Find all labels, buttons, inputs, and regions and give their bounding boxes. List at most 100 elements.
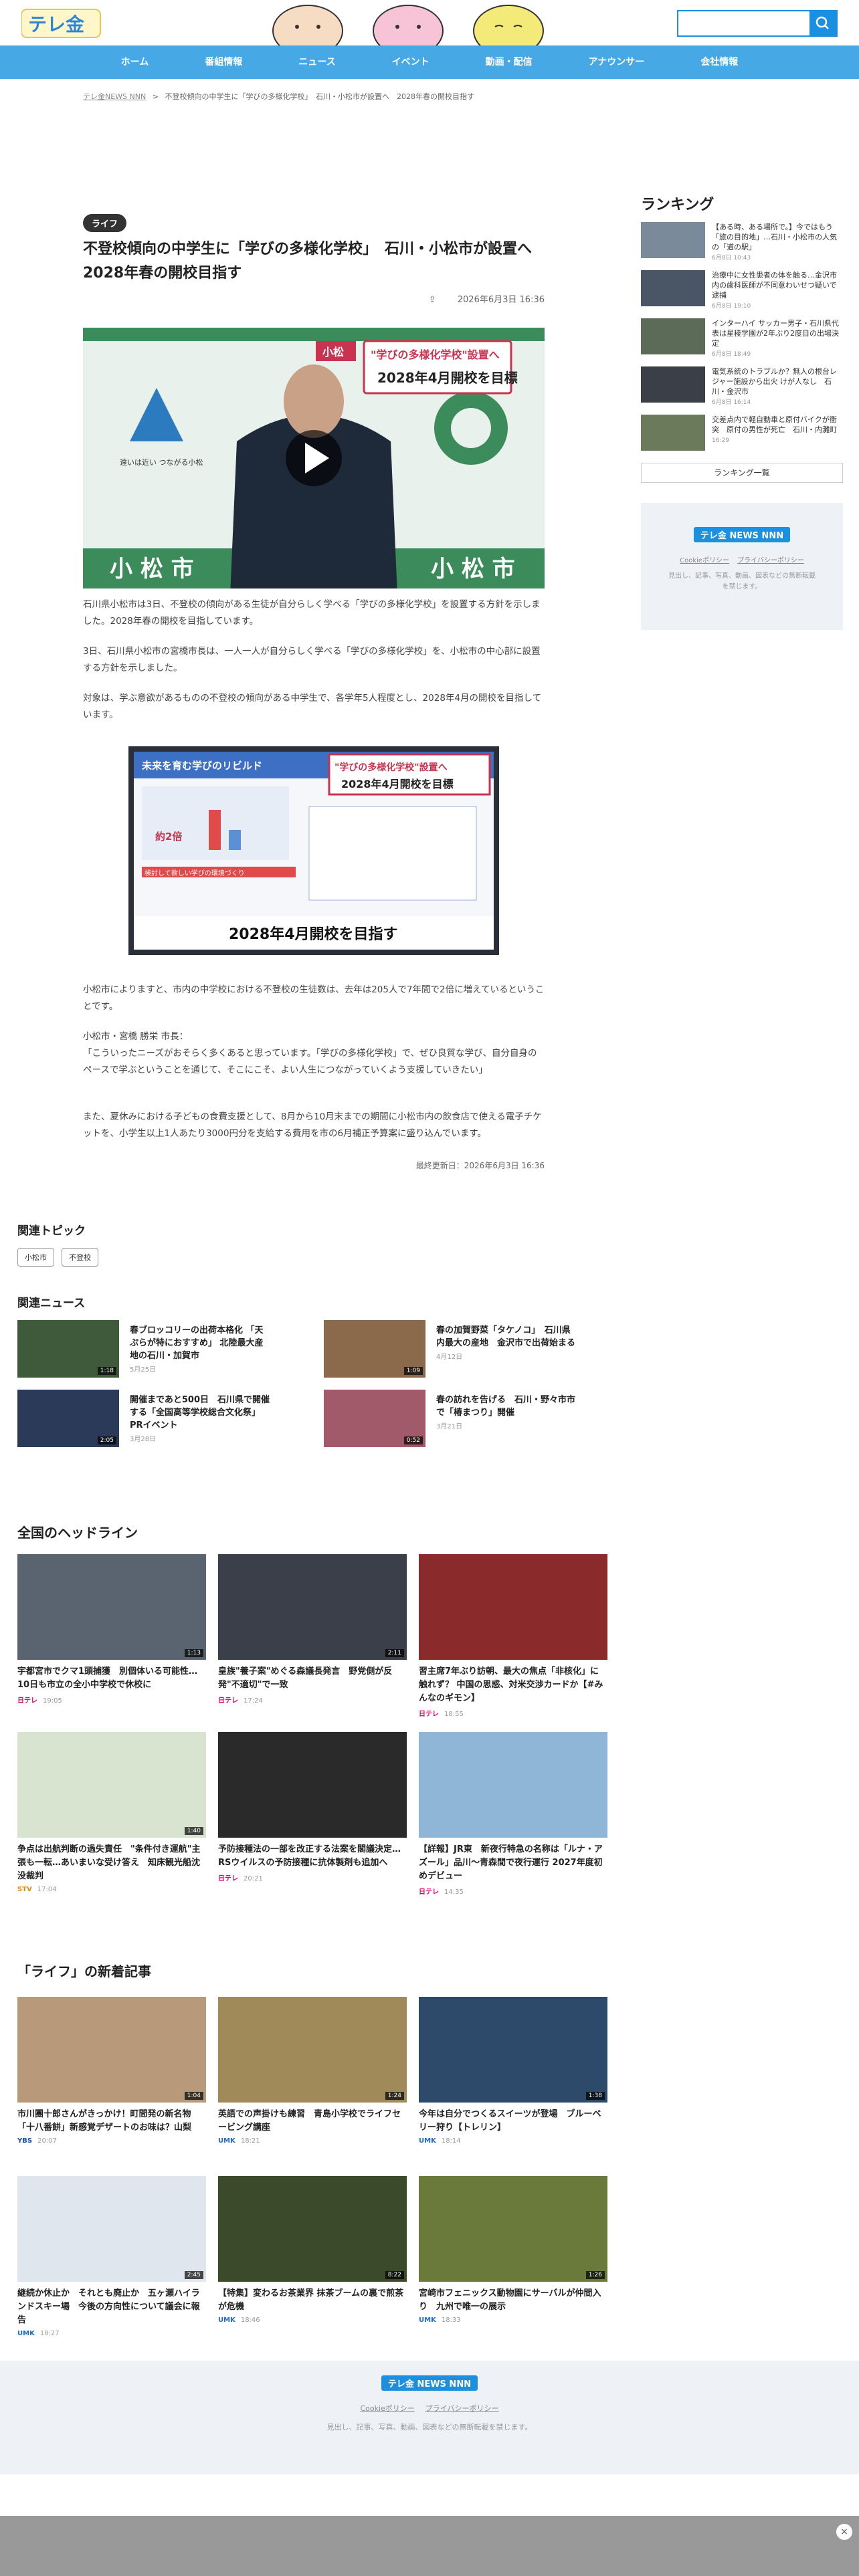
life-item[interactable]: 1:04 市川團十郎さんがきっかけ！町間発の新名物「十八番餅」新感覚デザートのお…: [17, 1997, 206, 2145]
source-label: 日テレ: [17, 1697, 37, 1705]
close-icon[interactable]: ×: [836, 2524, 852, 2540]
life-thumbnail: 1:38: [419, 1997, 607, 2103]
svg-text:未来を育む学びのリビルド: 未来を育む学びのリビルド: [141, 760, 262, 772]
topic-tag[interactable]: 不登校: [62, 1248, 99, 1267]
related-news-item[interactable]: 2:05 開催まであと500日 石川県で開催する「全国高等学校総合文化祭」PRイ…: [17, 1390, 272, 1450]
svg-text:小 松 市: 小 松 市: [110, 556, 194, 582]
copyright-note: 見出し、記事、写真、動画、図表などの無断転載を禁じます。: [668, 572, 816, 591]
life-time: 18:33: [441, 2317, 461, 2324]
svg-text:約2倍: 約2倍: [155, 831, 182, 843]
last-updated: 最終更新日：2026年6月3日 16:36: [415, 1161, 545, 1170]
site-logo[interactable]: テレ金: [21, 5, 102, 40]
source-label: 日テレ: [218, 1875, 238, 1883]
ranking-more-button[interactable]: ランキング一覧: [641, 463, 843, 483]
sidebar-footer-box: テレ金 NEWS NNN Cookieポリシー プライバシーポリシー 見出し、記事…: [641, 503, 843, 630]
svg-text:検討して欲しい学びの環境づくり: 検討して欲しい学びの環境づくり: [145, 869, 245, 877]
life-section-title: 「ライフ」の新着記事: [17, 1963, 151, 1979]
ranking-sidebar: ランキング 【ある時、ある場所で。】今ではもう「旅の目的地」…石川・小松市の人気…: [641, 193, 843, 630]
breadcrumb-home[interactable]: テレ金NEWS NNN: [83, 92, 146, 101]
ranking-date: 6月8日 16:14: [712, 399, 751, 406]
topic-tag[interactable]: 小松市: [17, 1248, 54, 1267]
source-label: YBS: [17, 2137, 33, 2145]
site-header: テレ金: [0, 0, 859, 57]
source-label: UMK: [218, 2317, 235, 2324]
nav-news[interactable]: ニュース: [298, 45, 335, 79]
video-duration: 1:24: [385, 2092, 404, 2100]
ranking-item[interactable]: インターハイ サッカー男子・石川県代表は星稜学園が2年ぶり2度目の出場決定 6月8…: [641, 318, 843, 358]
article-paragraph-5b: 「こういったニーズがおそらく多くあると思っています。「学びの多様化学校」で、ぜひ…: [83, 1048, 537, 1075]
related-news-item[interactable]: 1:18 春ブロッコリーの出荷本格化 「天ぷらが特におすすめ」 北陸最大産地の石…: [17, 1320, 272, 1380]
video-duration: 1:38: [585, 2092, 605, 2100]
cookie-policy-link[interactable]: Cookieポリシー: [680, 557, 729, 564]
breadcrumb: テレ金NEWS NNN > 不登校傾向の中学生に「学びの多様化学校」 石川・小松…: [83, 91, 474, 102]
life-item[interactable]: 1:24 英語での声掛けも練習 青島小学校でライフセービング講座 UMK 18:2…: [218, 1997, 407, 2145]
headline-item[interactable]: 2:11 皇族"養子案"めぐる森議長発言 野党側が反発"不適切"で一致 日テレ 1…: [218, 1554, 407, 1705]
headline-text: 習主席7年ぶり訪朝、最大の焦点「非核化」に触れず？ 中国の思惑、対米交渉カードか…: [419, 1667, 603, 1703]
ranking-text: インターハイ サッカー男子・石川県代表は星稜学園が2年ぶり2度目の出場決定: [712, 319, 840, 348]
svg-text:テレ金: テレ金: [28, 13, 85, 35]
footer-news-logo[interactable]: テレ金 NEWS NNN: [381, 2375, 478, 2391]
ranking-thumbnail: [641, 222, 705, 258]
news-title: 開催まであと500日 石川県で開催する「全国高等学校総合文化祭」PRイベント: [130, 1395, 270, 1430]
footer-privacy-link[interactable]: プライバシーポリシー: [425, 2404, 499, 2413]
ranking-text: 【ある時、ある場所で。】今ではもう「旅の目的地」…石川・小松市の人気の「道の駅」: [712, 223, 837, 251]
news-title: 春の加賀野菜「タケノコ」 石川県内最大の産地 金沢市で出荷始まる: [436, 1325, 576, 1348]
ranking-item[interactable]: 治療中に女性患者の体を触る…金沢市内の歯科医師が不同意わいせつ疑いで逮捕 6月8日…: [641, 270, 843, 310]
headline-item[interactable]: 【詳報】JR東 新夜行特急の名称は「ルナ・アズール」品川～青森間で夜行運行 20…: [419, 1732, 607, 1896]
video-duration: 1:04: [184, 2092, 203, 2100]
video-duration: 8:22: [385, 2271, 404, 2279]
life-item[interactable]: 1:26 宮崎市フェニックス動物園にサーバルが仲間入り 九州で唯一の展示 UMK…: [419, 2176, 607, 2324]
related-news-item[interactable]: 0:52 春の訪れを告げる 石川・野々市市で「椿まつり」開催 3月21日: [324, 1390, 578, 1450]
topic-tags: 小松市 不登校: [17, 1248, 102, 1267]
ranking-thumbnail: [641, 270, 705, 306]
source-label: 日テレ: [419, 1889, 439, 1896]
ranking-item[interactable]: 交差点内で軽自動車と原付バイクが衝突 原付の男性が死亡 石川・内灘町 16:29: [641, 415, 843, 455]
ranking-thumbnail: [641, 415, 705, 451]
headline-thumbnail: 1:13: [17, 1554, 206, 1660]
nav-video[interactable]: 動画・配信: [486, 45, 533, 79]
life-time: 18:21: [240, 2137, 260, 2145]
nav-programs[interactable]: 番組情報: [205, 45, 242, 79]
ranking-thumbnail: [641, 366, 705, 403]
nav-home[interactable]: ホーム: [121, 45, 149, 79]
related-news-title: 関連ニュース: [17, 1297, 86, 1310]
headline-thumbnail: [218, 1732, 407, 1838]
news-logo[interactable]: テレ金 NEWS NNN: [693, 527, 791, 542]
news-thumbnail: 0:52: [324, 1390, 425, 1447]
privacy-policy-link[interactable]: プライバシーポリシー: [737, 557, 804, 564]
share-icon[interactable]: ⇪: [429, 295, 436, 305]
breadcrumb-separator: >: [152, 92, 159, 101]
footer-cookie-link[interactable]: Cookieポリシー: [360, 2404, 414, 2413]
video-player[interactable]: 小 松 市 小 松 市 遠いは近い つながる小松 小松 "学びの多様化学校"設置…: [83, 328, 545, 588]
ranking-thumbnail: [641, 318, 705, 354]
news-date: 3月21日: [436, 1423, 463, 1430]
ranking-item[interactable]: 電気系統のトラブルか？無人の根台レジャー施設から出火 けが人なし 石川・金沢市 6…: [641, 366, 843, 407]
category-tag[interactable]: ライフ: [83, 214, 127, 232]
article-meta: ⇪ 2026年6月3日 16:36: [83, 292, 545, 305]
life-thumbnail: 1:24: [218, 1997, 407, 2103]
nav-announcers[interactable]: アナウンサー: [589, 45, 645, 79]
headline-item[interactable]: 習主席7年ぶり訪朝、最大の焦点「非核化」に触れず？ 中国の思惑、対米交渉カードか…: [419, 1554, 607, 1718]
ad-banner[interactable]: ×: [0, 2516, 859, 2576]
news-date: 3月28日: [130, 1436, 157, 1443]
ranking-item[interactable]: 【ある時、ある場所で。】今ではもう「旅の目的地」…石川・小松市の人気の「道の駅」…: [641, 222, 843, 262]
headline-item[interactable]: 1:40 争点は出航判断の過失責任 "条件付き運航"主張も一転…あいまいな受け答…: [17, 1732, 206, 1893]
article-date: 2026年6月3日 16:36: [457, 295, 545, 305]
article-paragraph-2: 3日、石川県小松市の宮橋市長は、一人一人が自分らしく学べる「学びの多様化学校」を…: [83, 646, 541, 673]
search-button[interactable]: [809, 11, 836, 35]
nav-company[interactable]: 会社情報: [700, 45, 738, 79]
life-item[interactable]: 2:45 継続か休止か それとも廃止か 五ヶ瀬ハイランドスキー場 今後の方向性に…: [17, 2176, 206, 2337]
svg-text:小松: 小松: [322, 346, 344, 358]
video-duration: 1:18: [97, 1367, 116, 1375]
headline-item[interactable]: 予防接種法の一部を改正する法案を閣議決定…RSウイルスの予防接種に抗体製剤も追加…: [218, 1732, 407, 1883]
video-duration: 1:09: [403, 1367, 423, 1375]
life-item[interactable]: 1:38 今年は自分でつくるスイーツが登場 ブルーベリー狩り【トレリン】 UMK…: [419, 1997, 607, 2145]
headline-item[interactable]: 1:13 宇都宮市でクマ1頭捕獲 別個体いる可能性…10日も市立の全小中学校で休…: [17, 1554, 206, 1705]
related-news-item[interactable]: 1:09 春の加賀野菜「タケノコ」 石川県内最大の産地 金沢市で出荷始まる 4月1…: [324, 1320, 578, 1380]
life-item[interactable]: 8:22 【特集】変わるお茶業界 抹茶ブームの裏で煎茶が危機 UMK 18:46: [218, 2176, 407, 2324]
search-input[interactable]: [678, 11, 805, 35]
nav-events[interactable]: イベント: [392, 45, 430, 79]
svg-text:遠いは近い つながる小松: 遠いは近い つながる小松: [120, 457, 203, 467]
source-label: STV: [17, 1886, 32, 1893]
ranking-text: 電気系統のトラブルか？無人の根台レジャー施設から出火 けが人なし 石川・金沢市: [712, 367, 837, 396]
